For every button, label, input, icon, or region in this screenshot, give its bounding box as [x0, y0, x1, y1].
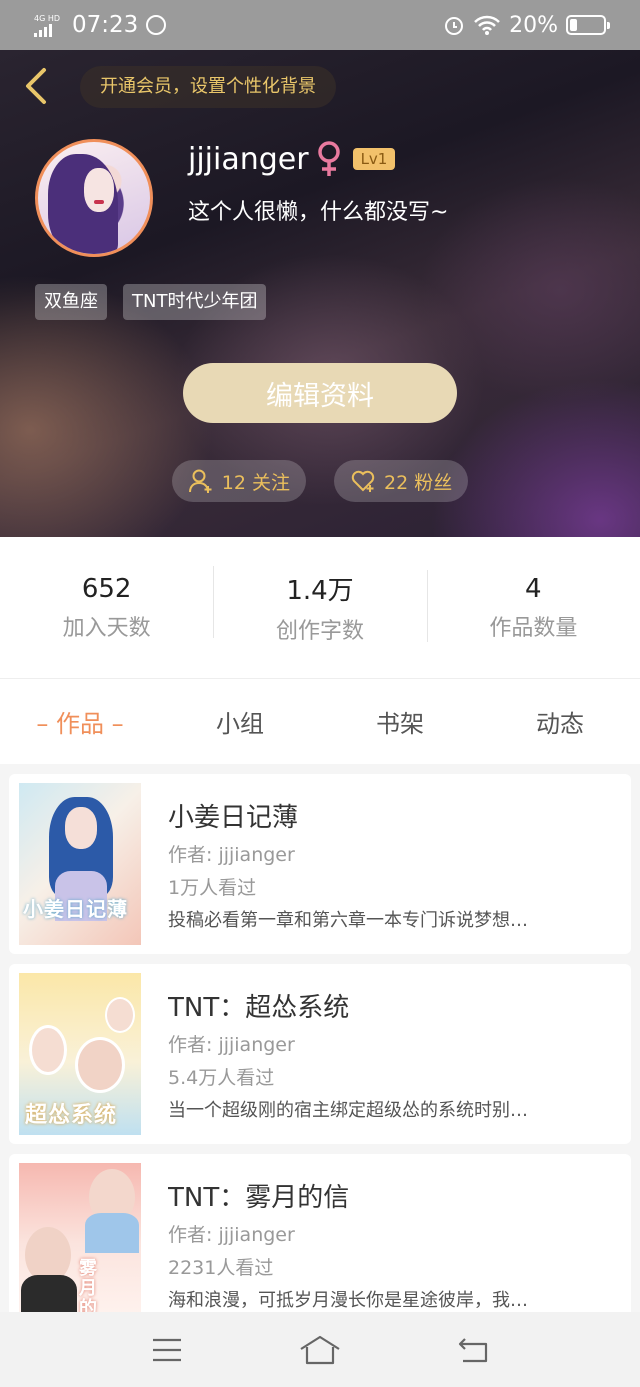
- home-icon: [300, 1335, 340, 1364]
- network-label: 4G HD: [34, 13, 61, 23]
- signal-icon: [34, 23, 52, 37]
- book-cover[interactable]: 雾月的信: [19, 1163, 141, 1325]
- battery-percent: 20%: [509, 12, 558, 38]
- add-user-icon: [188, 469, 212, 493]
- network-indicator: 4G HD: [34, 14, 60, 37]
- book-views: 1万人看过: [168, 877, 257, 899]
- notification-icon: [146, 15, 167, 35]
- tab-bookshelf[interactable]: 书架: [320, 704, 480, 739]
- book-author: 作者: jjjianger: [168, 1224, 295, 1246]
- book-title: TNT：雾月的信: [168, 1183, 350, 1213]
- following-button[interactable]: 12 关注: [171, 460, 306, 502]
- book-info: 小姜日记薄 作者: jjjianger 1万人看过 投稿必看第一章和第六章一本专…: [168, 783, 608, 945]
- stat-value: 4: [525, 573, 542, 604]
- cover-title: 超怂系统: [25, 1103, 118, 1128]
- book-info: TNT：雾月的信 作者: jjjianger 2231人看过 海和浪漫，可抵岁月…: [168, 1163, 608, 1325]
- battery-fill: [570, 19, 577, 31]
- stat-label: 作品数量: [489, 615, 578, 641]
- wifi-icon: [474, 15, 500, 35]
- book-description: 投稿必看第一章和第六章一本专门诉说梦想…: [168, 910, 528, 931]
- battery-icon: [566, 15, 610, 35]
- tab-groups[interactable]: 小组: [160, 704, 320, 739]
- alarm-icon: [445, 17, 464, 35]
- level-badge: Lv1: [352, 148, 396, 170]
- nav-home-button[interactable]: [295, 1330, 345, 1370]
- nav-menu-button[interactable]: [142, 1330, 192, 1370]
- username-row: jjjianger Lv1: [188, 140, 396, 178]
- heart-plus-icon: [351, 470, 375, 492]
- status-time: 07:23: [72, 12, 139, 38]
- status-bar: 4G HD 07:23 20%: [0, 0, 640, 50]
- vip-banner[interactable]: 开通会员，设置个性化背景: [80, 66, 336, 108]
- book-list: 小姜日记薄 小姜日记薄 作者: jjjianger 1万人看过 投稿必看第一章和…: [9, 774, 631, 1344]
- avatar[interactable]: [35, 139, 153, 257]
- stat-works: 4 作品数量: [426, 569, 640, 642]
- stat-days: 652 加入天数: [0, 574, 213, 642]
- female-icon: [317, 141, 340, 176]
- username: jjjianger: [188, 141, 309, 177]
- stats-bar: 652 加入天数 1.4万 创作字数 4 作品数量: [0, 537, 640, 678]
- stat-label: 加入天数: [62, 615, 151, 641]
- followers-count: 22 粉丝: [384, 471, 453, 494]
- book-title: TNT：超怂系统: [168, 993, 350, 1023]
- nav-back-button[interactable]: [448, 1330, 498, 1370]
- book-author: 作者: jjjianger: [168, 844, 295, 866]
- stat-label: 创作字数: [275, 619, 364, 644]
- tab-activity[interactable]: 动态: [480, 704, 640, 739]
- book-card[interactable]: 超怂系统 TNT：超怂系统 作者: jjjianger 5.4万人看过 当一个超…: [9, 964, 631, 1144]
- book-info: TNT：超怂系统 作者: jjjianger 5.4万人看过 当一个超级刚的宿主…: [168, 973, 608, 1135]
- system-nav-bar: [0, 1312, 640, 1387]
- book-description: 当一个超级刚的宿主绑定超级怂的系统时别…: [168, 1100, 528, 1121]
- tag-list: 双鱼座 TNT时代少年团: [35, 284, 267, 320]
- book-author: 作者: jjjianger: [168, 1034, 295, 1056]
- follow-row: 12 关注 22 粉丝: [0, 460, 640, 502]
- followers-button[interactable]: 22 粉丝: [334, 460, 469, 502]
- book-views: 2231人看过: [168, 1257, 274, 1279]
- book-views: 5.4万人看过: [168, 1067, 275, 1089]
- back-icon: [459, 1337, 488, 1362]
- bio-text: 这个人很懒，什么都没写~: [188, 200, 449, 225]
- book-description: 海和浪漫，可抵岁月漫长你是星途彼岸，我…: [168, 1290, 528, 1311]
- book-card[interactable]: 雾月的信 TNT：雾月的信 作者: jjjianger 2231人看过 海和浪漫…: [9, 1154, 631, 1334]
- book-cover[interactable]: 小姜日记薄: [19, 783, 141, 945]
- menu-icon: [152, 1338, 181, 1361]
- tab-works[interactable]: – 作品 –: [0, 704, 160, 739]
- profile-header: 开通会员，设置个性化背景 jjjianger Lv1 这个人很懒，什么都没写~ …: [0, 50, 640, 537]
- content-tabs: – 作品 – 小组 书架 动态: [0, 678, 640, 764]
- stat-words: 1.4万 创作字数: [213, 566, 426, 645]
- stat-value: 1.4万: [286, 576, 354, 606]
- tag-zodiac[interactable]: 双鱼座: [35, 284, 107, 320]
- book-card[interactable]: 小姜日记薄 小姜日记薄 作者: jjjianger 1万人看过 投稿必看第一章和…: [9, 774, 631, 954]
- book-title: 小姜日记薄: [168, 803, 299, 833]
- cover-title: 小姜日记薄: [23, 897, 128, 921]
- stat-value: 652: [81, 573, 132, 604]
- book-cover[interactable]: 超怂系统: [19, 973, 141, 1135]
- edit-profile-button[interactable]: 编辑资料: [183, 363, 457, 423]
- tag-fandom[interactable]: TNT时代少年团: [123, 284, 267, 320]
- back-arrow-icon[interactable]: [18, 66, 52, 106]
- following-count: 12 关注: [221, 471, 290, 494]
